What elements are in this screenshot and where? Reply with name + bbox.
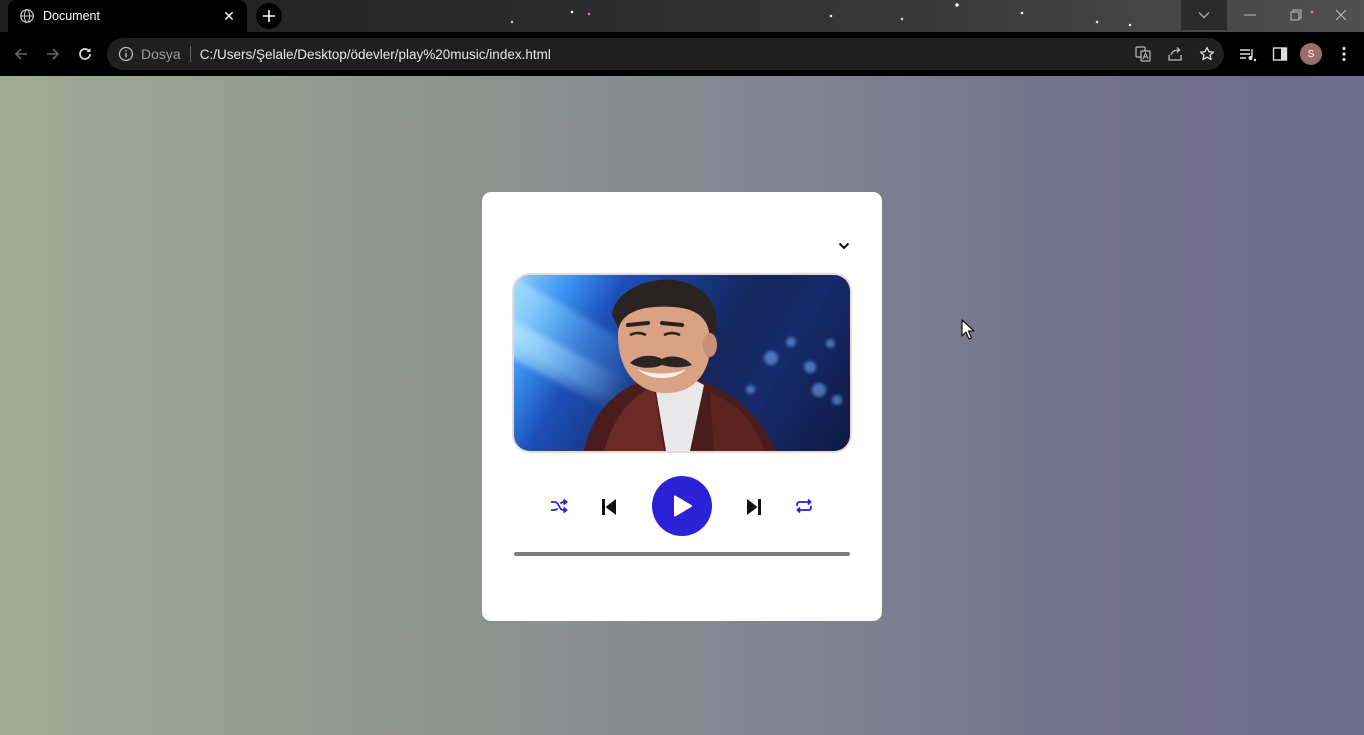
next-icon	[747, 499, 761, 515]
music-player-card	[482, 192, 882, 621]
restore-button[interactable]	[1273, 0, 1319, 30]
shuffle-button[interactable]	[549, 496, 569, 516]
minimize-button[interactable]	[1227, 0, 1273, 30]
avatar[interactable]: S	[1300, 43, 1322, 65]
tab-close-icon[interactable]: ✕	[221, 8, 237, 25]
tab-title: Document	[43, 9, 100, 23]
singer-figure	[584, 279, 776, 451]
arrow-left-icon	[14, 48, 27, 60]
player-controls	[482, 476, 882, 536]
play-icon	[674, 495, 692, 517]
mouse-cursor-icon	[961, 319, 975, 340]
repeat-button[interactable]	[794, 496, 814, 516]
globe-icon	[20, 9, 34, 23]
tab-strip: Document ✕	[0, 0, 1364, 32]
minimize-icon	[1244, 14, 1256, 16]
reload-icon	[79, 48, 91, 60]
reload-button[interactable]	[73, 42, 97, 66]
new-tab-button[interactable]	[256, 3, 282, 29]
restore-icon	[1290, 9, 1302, 21]
chevron-down-icon	[1198, 12, 1210, 19]
page-background	[0, 76, 1364, 735]
back-button[interactable]	[9, 42, 33, 66]
browser-tab[interactable]: Document ✕	[8, 0, 247, 32]
progress-bar[interactable]	[514, 552, 850, 556]
media-queue-icon[interactable]	[1236, 42, 1260, 66]
address-bar[interactable]: Dosya C:/Users/Şelale/Desktop/ödevler/pl…	[107, 38, 1224, 70]
close-icon	[1335, 9, 1347, 21]
translate-icon[interactable]	[1134, 45, 1152, 63]
share-icon[interactable]	[1166, 45, 1184, 63]
url-text[interactable]: C:/Users/Şelale/Desktop/ödevler/play%20m…	[200, 47, 551, 62]
more-menu-icon[interactable]	[1332, 42, 1356, 66]
browser-toolbar: Dosya C:/Users/Şelale/Desktop/ödevler/pl…	[0, 32, 1364, 76]
plus-icon	[263, 10, 275, 22]
album-art	[514, 275, 850, 451]
arrow-right-icon	[47, 48, 60, 60]
next-button[interactable]	[743, 496, 765, 518]
info-icon[interactable]	[118, 46, 134, 62]
forward-button[interactable]	[41, 42, 65, 66]
previous-icon	[602, 499, 616, 515]
shuffle-icon	[551, 498, 568, 514]
side-panel-icon[interactable]	[1268, 42, 1292, 66]
url-separator	[189, 46, 191, 62]
site-label: Dosya	[141, 46, 181, 62]
previous-button[interactable]	[598, 496, 620, 518]
close-window-button[interactable]	[1318, 0, 1364, 30]
chevron-down-icon[interactable]	[836, 238, 852, 254]
tab-search-button[interactable]	[1181, 0, 1227, 30]
play-button[interactable]	[652, 476, 712, 536]
repeat-icon	[796, 498, 812, 514]
star-icon[interactable]	[1198, 45, 1216, 63]
